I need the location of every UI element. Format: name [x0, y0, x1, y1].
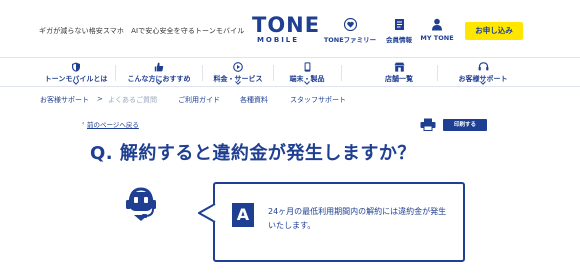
nav-divider	[341, 65, 342, 81]
tone-mobile-logo[interactable]: TONE MOBILE	[252, 13, 321, 44]
subnav-user-guide[interactable]: ご利用ガイド	[178, 95, 220, 105]
document-icon	[394, 19, 404, 30]
chevron-down-icon	[480, 81, 486, 85]
nav-item-devices[interactable]: 端末・製品	[277, 58, 337, 87]
global-nav: トーンモバイルとは こんな方におすすめ 料金・サービス 端末・製品 店舗一覧 お…	[0, 57, 580, 87]
subnav-separator: >	[97, 95, 103, 103]
tone-family-link[interactable]: TONEファミリー	[322, 18, 378, 44]
nav-item-pricing[interactable]: 料金・サービス	[207, 58, 269, 87]
member-info-link[interactable]: 会員情報	[384, 18, 414, 44]
heart-icon	[343, 18, 357, 31]
site-header: ギガが減らない格安スマホ AIで安心安全を守るトーンモバイル TONE MOBI…	[0, 0, 580, 56]
chevron-down-icon	[235, 81, 241, 85]
play-circle-icon	[233, 62, 243, 72]
nav-item-about[interactable]: トーンモバイルとは	[40, 58, 112, 87]
subnav-documents[interactable]: 各種資料	[240, 95, 268, 105]
subnav-support-home[interactable]: お客様サポート	[40, 95, 89, 105]
nav-item-recommend[interactable]: こんな方におすすめ	[119, 58, 199, 87]
nav-item-stores[interactable]: 店舗一覧	[350, 58, 448, 87]
print-button[interactable]: 印刷する	[443, 119, 487, 131]
chevron-down-icon	[304, 81, 310, 85]
support-agent-icon	[126, 187, 156, 221]
subnav-faq[interactable]: よくあるご質問	[108, 95, 157, 105]
store-icon	[394, 62, 404, 72]
nav-divider	[115, 65, 116, 81]
tone-family-label: TONEファミリー	[323, 36, 377, 44]
print-button-label: 印刷する	[453, 122, 476, 128]
subnav-staff-support[interactable]: スタッフサポート	[290, 95, 346, 105]
person-icon	[432, 18, 442, 31]
nav-item-label: 店舗一覧	[385, 75, 413, 83]
nav-divider	[202, 65, 203, 81]
chevron-left-icon: ‹	[82, 120, 85, 127]
chevron-down-icon	[73, 81, 79, 85]
answer-text: 24ヶ月の最低利用期間内の解約には違約金が発生いたします。	[268, 207, 447, 230]
answer-badge: A	[232, 203, 254, 227]
my-tone-label: MY TONE	[420, 34, 454, 42]
member-info-label: 会員情報	[386, 36, 412, 44]
bubble-tail	[198, 203, 216, 223]
nav-divider	[273, 65, 274, 81]
shield-icon	[72, 62, 80, 72]
headset-icon	[478, 62, 488, 71]
chevron-down-icon	[156, 81, 162, 85]
nav-item-support[interactable]: お客様サポート	[443, 58, 523, 87]
nav-divider	[437, 65, 438, 81]
question-heading: Q. 解約すると違約金が発生しますか？	[90, 143, 416, 164]
thumb-icon	[154, 62, 164, 72]
printer-icon[interactable]	[420, 118, 436, 131]
my-tone-link[interactable]: MY TONE	[418, 18, 456, 42]
logo-wordmark: TONE	[252, 13, 321, 37]
smartphone-icon	[304, 62, 310, 72]
logo-subtitle: MOBILE	[256, 36, 300, 44]
back-link[interactable]: 前のページへ戻る	[87, 119, 139, 129]
support-subnav: お客様サポート > よくあるご質問 ご利用ガイド 各種資料 スタッフサポート	[0, 88, 580, 110]
header-tagline: ギガが減らない格安スマホ AIで安心安全を守るトーンモバイル	[39, 27, 245, 35]
apply-button[interactable]: お申し込み	[465, 22, 523, 40]
